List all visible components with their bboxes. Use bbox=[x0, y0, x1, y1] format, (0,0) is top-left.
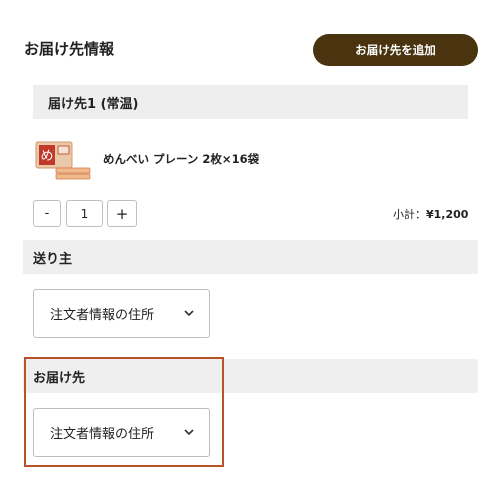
recipient-address-select[interactable]: 注文者情報の住所 bbox=[33, 408, 210, 457]
quantity-decrease-button[interactable]: - bbox=[33, 200, 61, 227]
subtotal: 小計：¥1,200 bbox=[393, 206, 468, 222]
sender-label: 送り主 bbox=[33, 251, 73, 267]
page-title: お届け先情報 bbox=[24, 40, 115, 58]
recipient-header: お届け先 bbox=[23, 359, 478, 393]
chevron-down-icon bbox=[184, 310, 194, 317]
quantity-input[interactable]: 1 bbox=[66, 200, 103, 227]
delivery-info-panel: お届け先情報 お届け先を追加 届け先1 (常温) め めんべい プレーン 2枚×… bbox=[0, 0, 500, 500]
product-name: めんべい プレーン 2枚×16袋 bbox=[103, 152, 260, 166]
product-thumbnail: め bbox=[35, 141, 91, 180]
subtotal-value: ¥1,200 bbox=[426, 208, 469, 221]
sender-address-select[interactable]: 注文者情報の住所 bbox=[33, 289, 210, 338]
chevron-down-icon bbox=[184, 429, 194, 436]
recipient-label: お届け先 bbox=[33, 370, 86, 386]
add-destination-button[interactable]: お届け先を追加 bbox=[313, 34, 478, 66]
quantity-increase-button[interactable]: + bbox=[107, 200, 137, 227]
destination-header: 届け先1 (常温) bbox=[33, 85, 468, 119]
destination-label: 届け先1 (常温) bbox=[48, 96, 139, 112]
svg-text:め: め bbox=[40, 149, 53, 164]
recipient-select-value: 注文者情報の住所 bbox=[50, 427, 155, 442]
sender-header: 送り主 bbox=[23, 240, 478, 274]
sender-select-value: 注文者情報の住所 bbox=[50, 308, 155, 323]
subtotal-label: 小計： bbox=[393, 208, 426, 221]
